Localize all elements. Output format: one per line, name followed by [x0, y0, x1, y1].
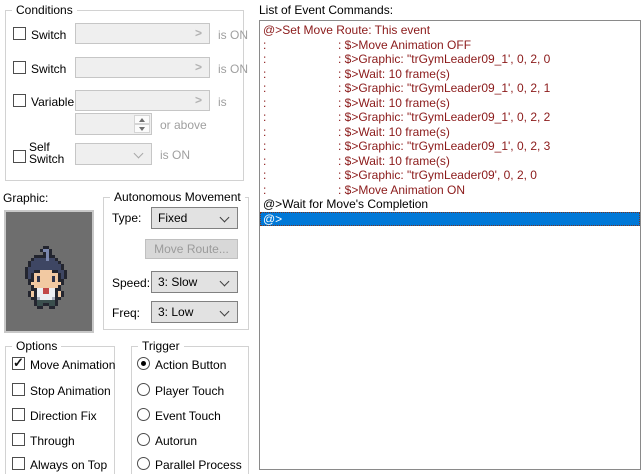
- chevron-down-icon: [220, 277, 230, 287]
- condition-variable-checkbox[interactable]: [13, 94, 26, 107]
- event-command-list[interactable]: @>Set Move Route: This event:: $>Move An…: [259, 20, 641, 470]
- trigger-autorun-radio[interactable]: [137, 433, 150, 446]
- graphic-label: Graphic:: [3, 191, 48, 205]
- conditions-group-title: Conditions: [12, 3, 77, 17]
- movement-freq-select[interactable]: 3: Low: [151, 301, 238, 323]
- condition-variable-qualifier: or above: [160, 118, 207, 132]
- chevron-down-icon: [220, 213, 230, 223]
- up-arrow-icon: [139, 118, 145, 122]
- event-command-row[interactable]: :: $>Wait: 10 frame(s): [260, 96, 640, 111]
- option-stop-animation-checkbox[interactable]: [12, 383, 25, 396]
- down-arrow-icon: [139, 127, 145, 131]
- trigger-player-touch-radio[interactable]: [137, 383, 150, 396]
- movement-speed-value: 3: Slow: [158, 275, 197, 289]
- trigger-parallel-process-label: Parallel Process: [155, 458, 242, 472]
- event-command-row[interactable]: :: $>Move Animation ON: [260, 183, 640, 198]
- event-command-row[interactable]: :: $>Graphic: "trGymLeader09_1', 0, 2, 0: [260, 52, 640, 67]
- option-move-animation-checkbox[interactable]: [12, 357, 25, 370]
- trigger-action-button-label: Action Button: [155, 358, 226, 372]
- character-sprite: [22, 243, 25, 246]
- event-command-row[interactable]: :: $>Wait: 10 frame(s): [260, 125, 640, 140]
- option-stop-animation-label: Stop Animation: [30, 384, 111, 398]
- option-direction-fix-label: Direction Fix: [30, 409, 97, 423]
- event-command-row[interactable]: :: $>Wait: 10 frame(s): [260, 67, 640, 82]
- condition-self-switch-select[interactable]: [75, 143, 152, 165]
- option-through-checkbox[interactable]: [12, 433, 25, 446]
- trigger-event-touch-radio[interactable]: [137, 408, 150, 421]
- trigger-parallel-process-radio[interactable]: [137, 457, 150, 470]
- movement-type-select[interactable]: Fixed: [151, 207, 238, 229]
- picker-arrow-icon: >: [195, 26, 202, 40]
- option-always-on-top-checkbox[interactable]: [12, 457, 25, 470]
- movement-type-value: Fixed: [158, 211, 187, 225]
- freq-label: Freq:: [112, 306, 140, 320]
- condition-variable-value-stepper[interactable]: [75, 113, 152, 135]
- condition-switch2-checkbox[interactable]: [13, 61, 26, 74]
- event-command-row[interactable]: @>Set Move Route: This event: [260, 23, 640, 38]
- options-group-title: Options: [12, 339, 61, 353]
- event-command-row[interactable]: @>: [260, 212, 640, 227]
- stepper-down-button[interactable]: [134, 124, 150, 133]
- condition-switch2-suffix: is ON: [218, 62, 248, 76]
- graphic-box[interactable]: [4, 210, 94, 333]
- event-list-label: List of Event Commands:: [259, 3, 393, 17]
- event-command-row[interactable]: :: $>Graphic: "trGymLeader09', 0, 2, 0: [260, 168, 640, 183]
- event-command-row[interactable]: @>Wait for Move's Completion: [260, 197, 640, 212]
- event-command-row[interactable]: :: $>Graphic: "trGymLeader09_1', 0, 2, 1: [260, 81, 640, 96]
- condition-variable-input[interactable]: >: [75, 90, 210, 111]
- condition-switch2-input[interactable]: >: [75, 57, 210, 78]
- option-always-on-top-label: Always on Top: [30, 458, 107, 472]
- option-move-animation-label: Move Animation: [30, 358, 115, 372]
- event-command-row[interactable]: :: $>Move Animation OFF: [260, 38, 640, 53]
- option-direction-fix-checkbox[interactable]: [12, 408, 25, 421]
- trigger-event-touch-label: Event Touch: [155, 409, 221, 423]
- trigger-action-button-radio[interactable]: [137, 357, 150, 370]
- trigger-player-touch-label: Player Touch: [155, 384, 224, 398]
- event-command-row[interactable]: :: $>Graphic: "trGymLeader09_1', 0, 2, 3: [260, 139, 640, 154]
- condition-variable-label: Variable: [31, 95, 74, 109]
- condition-switch1-label: Switch: [31, 28, 66, 42]
- condition-switch1-checkbox[interactable]: [13, 27, 26, 40]
- movement-speed-select[interactable]: 3: Slow: [151, 271, 238, 293]
- condition-variable-suffix: is: [218, 95, 227, 109]
- chevron-down-icon: [134, 149, 144, 159]
- type-label: Type:: [112, 211, 141, 225]
- movement-freq-value: 3: Low: [158, 305, 193, 319]
- condition-self-switch-suffix: is ON: [160, 148, 190, 162]
- picker-arrow-icon: >: [195, 60, 202, 74]
- event-command-row[interactable]: :: $>Graphic: "trGymLeader09_1', 0, 2, 2: [260, 110, 640, 125]
- event-editor-page: Conditions Switch > is ON Switch > is ON…: [0, 0, 643, 474]
- picker-arrow-icon: >: [195, 93, 202, 107]
- condition-switch2-label: Switch: [31, 62, 66, 76]
- option-through-label: Through: [30, 434, 75, 448]
- speed-label: Speed:: [112, 276, 150, 290]
- event-command-row[interactable]: :: $>Wait: 10 frame(s): [260, 154, 640, 169]
- trigger-group-title: Trigger: [138, 339, 184, 353]
- move-route-button[interactable]: Move Route...: [145, 239, 238, 259]
- stepper-buttons[interactable]: [134, 115, 150, 133]
- condition-self-switch-label: Self Switch: [29, 141, 73, 165]
- condition-switch1-suffix: is ON: [218, 28, 248, 42]
- condition-self-switch-checkbox[interactable]: [13, 150, 26, 163]
- autonomous-movement-title: Autonomous Movement: [110, 190, 245, 204]
- trigger-autorun-label: Autorun: [155, 434, 197, 448]
- stepper-up-button[interactable]: [134, 115, 150, 124]
- condition-switch1-input[interactable]: >: [75, 23, 210, 44]
- chevron-down-icon: [220, 307, 230, 317]
